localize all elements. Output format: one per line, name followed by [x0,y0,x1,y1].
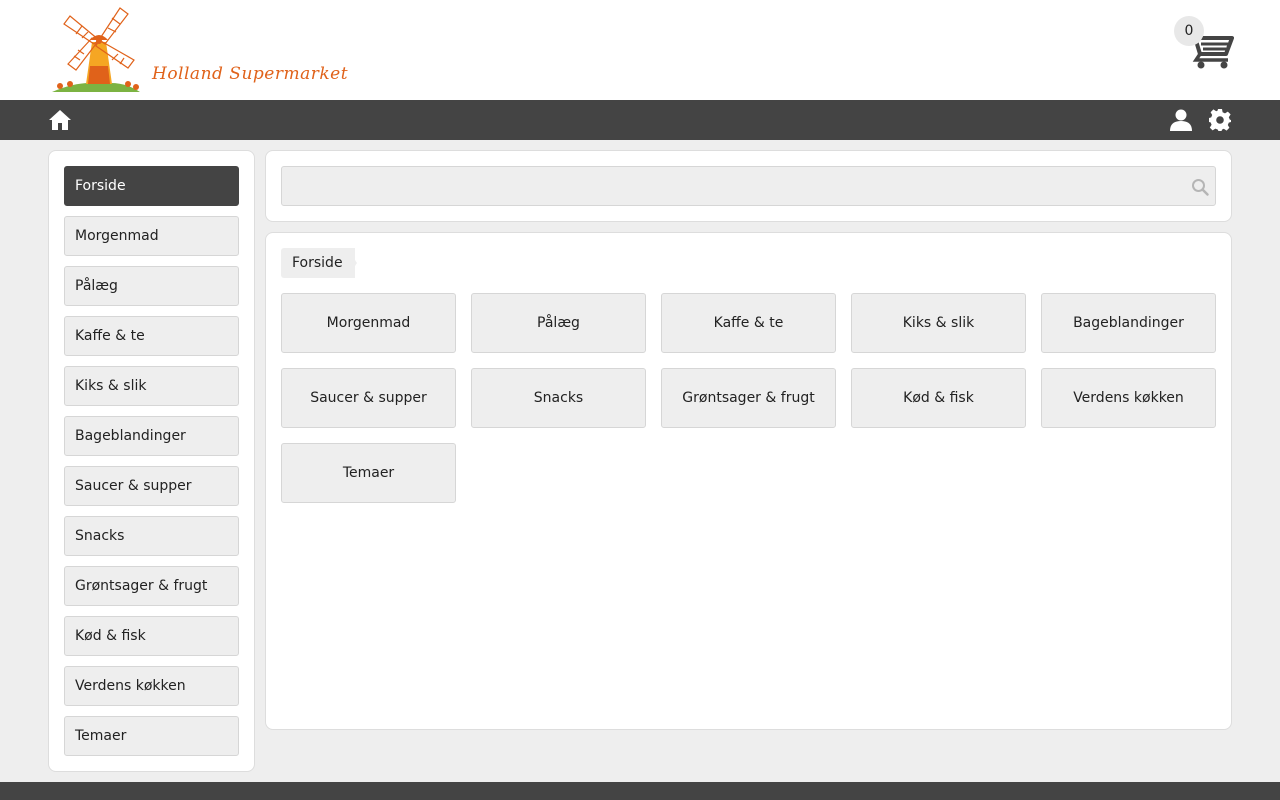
search-input[interactable] [281,166,1216,206]
search-icon[interactable] [1191,178,1209,196]
category-tile-saucer-supper[interactable]: Saucer & supper [281,368,456,428]
sidebar-item-bageblandinger[interactable]: Bageblandinger [64,416,239,456]
category-tile-morgenmad[interactable]: Morgenmad [281,293,456,353]
cart-button[interactable]: 0 [1172,14,1236,74]
sidebar-item-temaer[interactable]: Temaer [64,716,239,756]
category-tile-snacks[interactable]: Snacks [471,368,646,428]
category-tile-kiks-slik[interactable]: Kiks & slik [851,293,1026,353]
logo-text: Holland Supermarket [152,64,349,84]
footer [0,782,1280,800]
category-tile-kod-fisk[interactable]: Kød & fisk [851,368,1026,428]
breadcrumb-item-forside[interactable]: Forside [281,248,355,278]
windmill-icon [52,7,140,92]
user-icon[interactable] [1169,108,1193,132]
sidebar-item-kod-fisk[interactable]: Kød & fisk [64,616,239,656]
sidebar-item-snacks[interactable]: Snacks [64,516,239,556]
sidebar-item-verdens-kokken[interactable]: Verdens køkken [64,666,239,706]
header: Holland Supermarket 0 [0,0,1280,100]
sidebar-item-morgenmad[interactable]: Morgenmad [64,216,239,256]
sidebar-item-grontsager-frugt[interactable]: Grøntsager & frugt [64,566,239,606]
navbar [0,100,1280,140]
home-icon[interactable] [48,108,72,132]
main-panel: Forside Morgenmad Pålæg Kaffe & te Kiks … [265,232,1232,730]
category-tile-kaffe-te[interactable]: Kaffe & te [661,293,836,353]
category-tile-palaeg[interactable]: Pålæg [471,293,646,353]
sidebar-item-palaeg[interactable]: Pålæg [64,266,239,306]
category-tile-bageblandinger[interactable]: Bageblandinger [1041,293,1216,353]
gear-icon[interactable] [1208,108,1232,132]
cart-count-badge: 0 [1174,16,1204,46]
search-panel [265,150,1232,222]
category-tile-verdens-kokken[interactable]: Verdens køkken [1041,368,1216,428]
category-tile-grontsager-frugt[interactable]: Grøntsager & frugt [661,368,836,428]
sidebar-item-saucer-supper[interactable]: Saucer & supper [64,466,239,506]
sidebar: Forside Morgenmad Pålæg Kaffe & te Kiks … [48,150,255,772]
category-tile-temaer[interactable]: Temaer [281,443,456,503]
logo[interactable]: Holland Supermarket [50,4,348,96]
sidebar-item-kaffe-te[interactable]: Kaffe & te [64,316,239,356]
sidebar-item-kiks-slik[interactable]: Kiks & slik [64,366,239,406]
sidebar-item-forside[interactable]: Forside [64,166,239,206]
breadcrumb-arrow [347,248,357,278]
